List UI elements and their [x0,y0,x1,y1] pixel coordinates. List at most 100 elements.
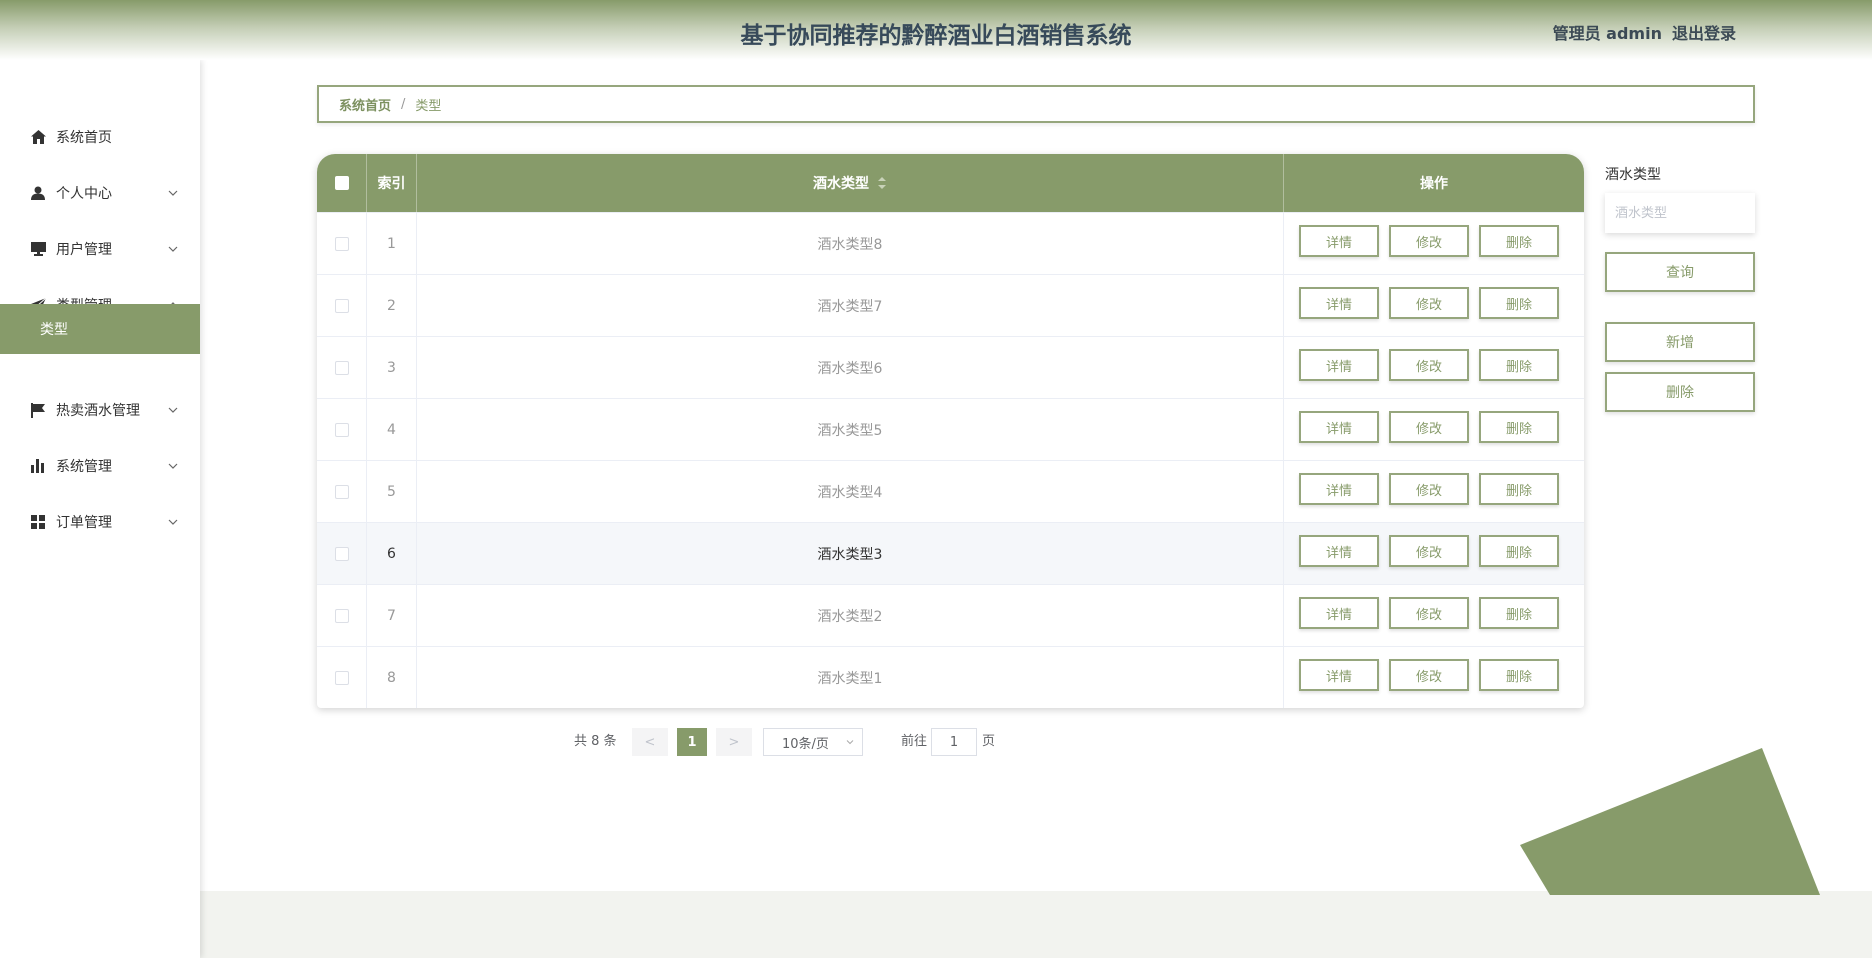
page-suffix-label: 页 [982,734,996,749]
detail-button[interactable]: 详情 [1299,287,1379,319]
edit-button[interactable]: 修改 [1389,473,1469,505]
table-row[interactable]: 3 酒水类型6 详情 修改 删除 [317,336,1584,399]
row-checkbox[interactable] [334,671,349,685]
goto-page-input[interactable] [931,728,977,756]
row-index: 2 [367,275,417,337]
sidebar-item-label: 订单管理 [56,515,112,531]
add-button[interactable]: 新增 [1605,322,1755,362]
sidebar-item-orders[interactable]: 订单管理 [0,494,200,550]
delete-button[interactable]: 删除 [1479,349,1559,381]
search-label: 酒水类型 [1605,167,1661,183]
row-checkbox[interactable] [334,299,349,313]
row-checkbox[interactable] [334,485,349,499]
row-checkbox[interactable] [334,423,349,437]
row-index: 4 [367,399,417,461]
row-actions: 详情 修改 删除 [1284,337,1584,399]
delete-button[interactable]: 删除 [1479,659,1559,691]
delete-button[interactable]: 删除 [1479,287,1559,319]
sidebar-subitem-type[interactable]: 类型 [0,304,200,354]
delete-button[interactable]: 删除 [1479,473,1559,505]
row-select-cell [317,213,367,275]
detail-button[interactable]: 详情 [1299,225,1379,257]
row-select-cell [317,337,367,399]
detail-button[interactable]: 详情 [1299,473,1379,505]
table-row[interactable]: 2 酒水类型7 详情 修改 删除 [317,274,1584,337]
footer-band [200,891,1872,958]
row-type: 酒水类型2 [417,585,1284,647]
detail-button[interactable]: 详情 [1299,535,1379,567]
chevron-down-icon [168,463,178,469]
query-button[interactable]: 查询 [1605,252,1755,292]
table-row[interactable]: 4 酒水类型5 详情 修改 删除 [317,398,1584,461]
page-size-value: 10条/页 [782,736,829,752]
row-type: 酒水类型1 [417,647,1284,708]
detail-button[interactable]: 详情 [1299,597,1379,629]
batch-delete-button[interactable]: 删除 [1605,372,1755,412]
detail-button[interactable]: 详情 [1299,411,1379,443]
delete-button[interactable]: 删除 [1479,597,1559,629]
table-row[interactable]: 5 酒水类型4 详情 修改 删除 [317,460,1584,523]
page-size-select[interactable]: 10条/页 [763,728,863,756]
sidebar-item-label: 个人中心 [56,186,112,202]
edit-button[interactable]: 修改 [1389,411,1469,443]
column-header-type-label: 酒水类型 [813,176,869,192]
pagination-total: 共 8 条 [574,734,617,749]
row-index: 1 [367,213,417,275]
column-header-type[interactable]: 酒水类型 [417,154,1284,212]
chevron-down-icon [168,519,178,525]
row-type: 酒水类型4 [417,461,1284,523]
edit-button[interactable]: 修改 [1389,659,1469,691]
row-type: 酒水类型6 [417,337,1284,399]
edit-button[interactable]: 修改 [1389,287,1469,319]
row-checkbox[interactable] [334,237,349,251]
edit-button[interactable]: 修改 [1389,225,1469,257]
sidebar-item-label: 用户管理 [56,242,112,258]
breadcrumb-separator: / [401,96,406,112]
grid-icon [30,514,46,530]
sidebar: 系统首页 个人中心 用户管理 类型管理 类型 热卖酒水管理 系统管理 [0,60,200,958]
chevron-down-icon [846,740,854,745]
row-actions: 详情 修改 删除 [1284,461,1584,523]
pagination-prev-button[interactable]: < [632,728,668,756]
top-header: 基于协同推荐的黔醉酒业白酒销售系统 管理员 admin 退出登录 [0,0,1872,60]
detail-button[interactable]: 详情 [1299,349,1379,381]
select-all-checkbox[interactable] [334,176,349,190]
detail-button[interactable]: 详情 [1299,659,1379,691]
type-search-input[interactable] [1605,193,1755,233]
table-row[interactable]: 7 酒水类型2 详情 修改 删除 [317,584,1584,647]
logout-link[interactable]: 退出登录 [1672,20,1736,44]
row-select-cell [317,399,367,461]
row-checkbox[interactable] [334,361,349,375]
row-actions: 详情 修改 删除 [1284,523,1584,585]
table-row[interactable]: 6 酒水类型3 详情 修改 删除 [317,522,1584,585]
edit-button[interactable]: 修改 [1389,535,1469,567]
sidebar-item-hot-liquor[interactable]: 热卖酒水管理 [0,382,200,438]
pagination-next-button[interactable]: > [716,728,752,756]
delete-button[interactable]: 删除 [1479,411,1559,443]
row-actions: 详情 修改 删除 [1284,275,1584,337]
sidebar-item-system[interactable]: 系统管理 [0,438,200,494]
row-type: 酒水类型5 [417,399,1284,461]
monitor-icon [30,241,46,257]
delete-button[interactable]: 删除 [1479,535,1559,567]
sidebar-item-personal[interactable]: 个人中心 [0,165,200,221]
sidebar-item-label: 系统管理 [56,459,112,475]
table-row[interactable]: 8 酒水类型1 详情 修改 删除 [317,646,1584,708]
sidebar-item-home[interactable]: 系统首页 [0,109,200,165]
user-area: 管理员 admin 退出登录 [1553,20,1736,44]
pagination-page-1[interactable]: 1 [677,728,707,756]
sidebar-item-users[interactable]: 用户管理 [0,221,200,277]
edit-button[interactable]: 修改 [1389,349,1469,381]
row-select-cell [317,647,367,708]
row-checkbox[interactable] [334,609,349,623]
row-checkbox[interactable] [334,547,349,561]
row-index: 8 [367,647,417,708]
breadcrumb: 系统首页 / 类型 [317,85,1755,123]
row-actions: 详情 修改 删除 [1284,647,1584,708]
table-row[interactable]: 1 酒水类型8 详情 修改 删除 [317,212,1584,275]
delete-button[interactable]: 删除 [1479,225,1559,257]
sort-icon[interactable] [877,176,887,190]
breadcrumb-home[interactable]: 系统首页 [339,95,391,114]
edit-button[interactable]: 修改 [1389,597,1469,629]
chevron-down-icon [168,407,178,413]
